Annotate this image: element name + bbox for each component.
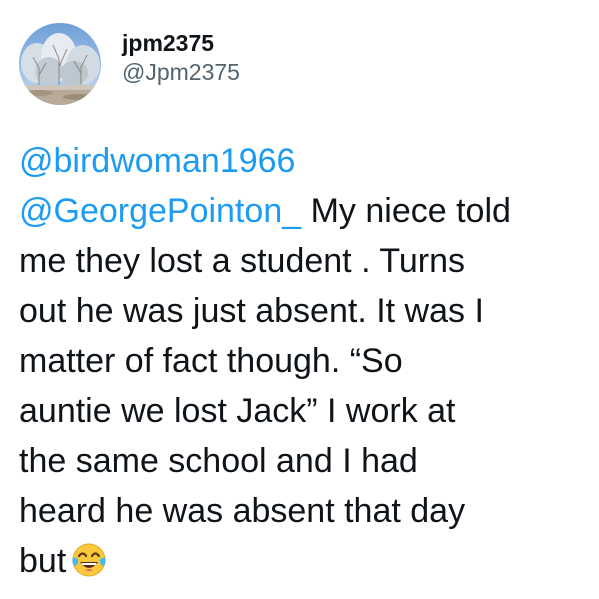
tweet-line-7: the same school and I had — [19, 442, 418, 480]
tweet-line-2: @GeorgePointon_ My niece told — [19, 186, 589, 236]
mention-link-birdwoman1966[interactable]: @birdwoman1966 — [19, 142, 295, 180]
snowy-trees-avatar-icon — [19, 23, 101, 105]
tweet-line-4: out he was just absent. It was I — [19, 292, 484, 330]
avatar[interactable] — [19, 23, 101, 105]
tweet-line-8: heard he was absent that day — [19, 492, 466, 530]
tweet-card: jpm2375 @Jpm2375 @birdwoman1966 @GeorgeP… — [0, 0, 599, 599]
tweet-line-5: matter of fact though. “So — [19, 342, 403, 380]
author-display-name[interactable]: jpm2375 — [122, 28, 240, 58]
face-with-tears-of-joy-icon — [70, 541, 108, 579]
tweet-line-3: me they lost a student . Turns — [19, 242, 466, 280]
mention-link-georgepointon[interactable]: @GeorgePointon_ — [19, 192, 301, 230]
author-handle[interactable]: @Jpm2375 — [122, 58, 240, 86]
tweet-text: @birdwoman1966 @GeorgePointon_ My niece … — [19, 136, 589, 586]
tweet-header: jpm2375 @Jpm2375 — [19, 22, 240, 106]
tweet-text-segment: My niece told — [301, 192, 511, 230]
tweet-line-9: but — [19, 536, 589, 586]
tweet-line-6: auntie we lost Jack” I work at — [19, 392, 456, 430]
tweet-text-segment-last: but — [19, 542, 67, 580]
author-names: jpm2375 @Jpm2375 — [122, 28, 240, 86]
tweet-line-1: @birdwoman1966 — [19, 136, 589, 186]
